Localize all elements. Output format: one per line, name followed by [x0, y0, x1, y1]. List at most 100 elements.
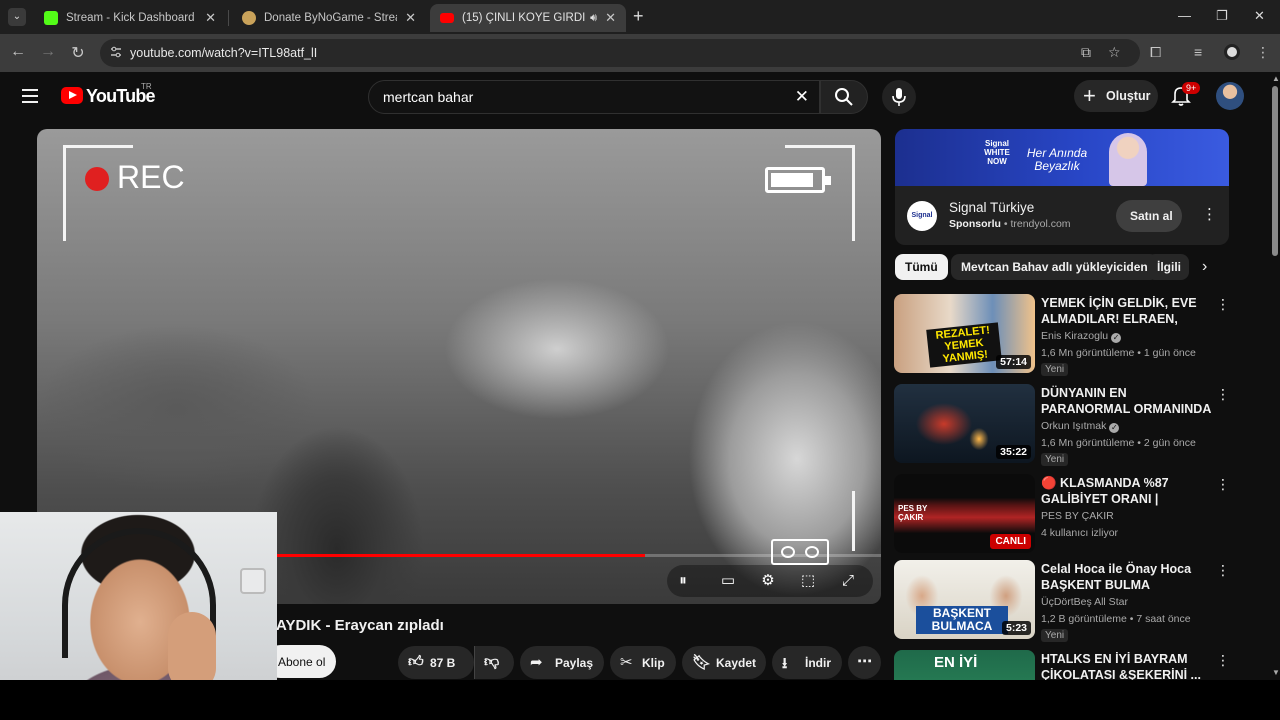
- channel-name[interactable]: ÜçDörtBeş All Star: [1041, 596, 1128, 608]
- tab-title: Stream - Kick Dashboard: [66, 12, 195, 24]
- scroll-down-arrow[interactable]: ▼: [1272, 668, 1280, 677]
- ad-banner[interactable]: Signal WHITE NOW Her Anında Beyazlık: [895, 129, 1229, 186]
- ad-domain: trendyol.com: [1010, 218, 1071, 230]
- more-horizontal-icon: ⋯: [857, 653, 872, 670]
- recommendation-item[interactable]: BAŞKENT BULMACA 5:23 Celal Hoca ile Önay…: [894, 560, 1230, 642]
- tab-donate-bynogame[interactable]: Donate ByNoGame - Streamer ✕: [232, 4, 426, 32]
- save-button[interactable]: 🔖︎ Kaydet: [682, 646, 766, 679]
- youtube-logo-icon[interactable]: [61, 87, 83, 104]
- recommendation-item[interactable]: EN İYİ HTALKS EN İYİ BAYRAM ÇİKOLATASI &…: [894, 650, 1230, 680]
- close-window-button[interactable]: ✕: [1254, 8, 1265, 24]
- theater-mode-icon[interactable]: ⬚: [792, 569, 824, 593]
- subtitles-icon[interactable]: ▭: [712, 569, 744, 593]
- channel-name[interactable]: Orkun Işıtmak ✓: [1041, 420, 1120, 433]
- fullscreen-icon[interactable]: ⤢: [832, 569, 864, 593]
- more-vertical-icon[interactable]: ⋮: [1216, 652, 1230, 669]
- channel-name[interactable]: Enis Kirazoglu ✓: [1041, 330, 1122, 343]
- clip-button[interactable]: ✂︎ Klip: [610, 646, 676, 679]
- tab-search-button[interactable]: ⌄: [8, 8, 26, 26]
- create-button[interactable]: + Oluştur: [1074, 80, 1158, 112]
- chip-related[interactable]: İlgili: [1147, 254, 1189, 280]
- maximize-button[interactable]: ❐: [1216, 8, 1228, 24]
- account-avatar[interactable]: [1216, 82, 1244, 110]
- search-query: mertcan bahar: [383, 89, 474, 105]
- more-vertical-icon[interactable]: ⋮: [1216, 476, 1230, 493]
- plus-icon: +: [1083, 83, 1096, 108]
- video-title[interactable]: 🔴 KLASMANDA %87 GALİBİYET ORANI | eFootb…: [1041, 475, 1211, 507]
- tab-youtube-video[interactable]: (15) ÇİNLİ KÖYE GİRDİK Gİ 🔊︎ ✕: [430, 4, 626, 32]
- clip-label: Klip: [642, 656, 665, 670]
- share-button[interactable]: ➦ Paylaş: [520, 646, 604, 679]
- video-title[interactable]: HTALKS EN İYİ BAYRAM ÇİKOLATASI &ŞEKERİN…: [1041, 651, 1211, 680]
- new-tab-button[interactable]: +: [633, 6, 644, 27]
- recommendation-item[interactable]: 35:22 DÜNYANIN EN PARANORMAL ORMANINDA 1…: [894, 384, 1230, 466]
- advertiser-logo[interactable]: Signal: [907, 201, 937, 231]
- save-label: Kaydet: [716, 656, 757, 670]
- reload-button[interactable]: ↻: [68, 43, 88, 63]
- browser-menu-icon[interactable]: ⋮: [1256, 44, 1270, 61]
- like-button[interactable]: 👍︎ 87 B: [398, 646, 474, 679]
- minimize-button[interactable]: —: [1178, 8, 1191, 23]
- more-actions-button[interactable]: ⋯: [848, 646, 881, 679]
- download-button[interactable]: ⭳ İndir: [772, 646, 842, 679]
- cassette-icon: [771, 539, 829, 565]
- thumbs-down-icon: 👎︎: [484, 653, 500, 670]
- search-icon: [835, 88, 853, 106]
- like-count: 87 B: [430, 656, 456, 670]
- close-icon[interactable]: ✕: [405, 10, 416, 26]
- battery-icon: [765, 167, 831, 193]
- search-input[interactable]: mertcan bahar ✕: [368, 80, 820, 114]
- more-vertical-icon[interactable]: ⋮: [1216, 296, 1230, 313]
- chevron-right-icon[interactable]: ›: [1202, 258, 1207, 276]
- video-thumbnail[interactable]: PES BY ÇAKIR CANLI: [894, 474, 1035, 553]
- record-dot-icon: [85, 167, 109, 191]
- chip-from-uploader[interactable]: Mevtcan Bahav adlı yükleyiciden: [951, 254, 1158, 280]
- sponsored-ad[interactable]: Signal WHITE NOW Her Anında Beyazlık Sig…: [895, 129, 1229, 245]
- menu-icon[interactable]: [22, 89, 38, 103]
- close-icon[interactable]: ✕: [605, 10, 616, 26]
- verified-icon: ✓: [1111, 333, 1122, 343]
- channel-name[interactable]: PES BY ÇAKIR: [1041, 510, 1114, 522]
- extensions-icon[interactable]: ⧠: [1150, 44, 1161, 61]
- rec-label: REC: [117, 159, 185, 195]
- address-bar[interactable]: youtube.com/watch?v=ITL98atf_lI: [100, 39, 1140, 67]
- ad-title[interactable]: Signal Türkiye: [949, 200, 1034, 215]
- speaker-icon[interactable]: 🔊︎: [590, 12, 597, 25]
- install-app-icon[interactable]: ⧉: [1081, 44, 1091, 61]
- microphone-icon: [892, 88, 906, 106]
- video-thumbnail[interactable]: BAŞKENT BULMACA 5:23: [894, 560, 1035, 639]
- thumbnail-text: REZALET! YEMEK YANMIŞ!: [926, 322, 1002, 368]
- forward-button[interactable]: →: [38, 43, 58, 61]
- profile-avatar[interactable]: [1224, 44, 1240, 60]
- video-title[interactable]: YEMEK İÇİN GELDİK, EVE ALMADILAR! ELRAEN…: [1041, 295, 1211, 327]
- site-info-icon[interactable]: [110, 46, 122, 58]
- close-icon[interactable]: ✕: [205, 10, 216, 26]
- video-thumbnail[interactable]: 35:22: [894, 384, 1035, 463]
- clear-search-icon[interactable]: ✕: [795, 87, 809, 107]
- back-button[interactable]: ←: [8, 43, 28, 61]
- recommendation-item[interactable]: REZALET! YEMEK YANMIŞ! 57:14 YEMEK İÇİN …: [894, 294, 1230, 376]
- video-title[interactable]: DÜNYANIN EN PARANORMAL ORMANINDA 1 GECE!: [1041, 385, 1211, 417]
- video-title[interactable]: Celal Hoca ile Önay Hoca BAŞKENT BULMA Y…: [1041, 561, 1211, 593]
- search-button[interactable]: [820, 80, 868, 114]
- media-controls-icon[interactable]: ≡: [1194, 44, 1202, 60]
- dislike-button[interactable]: 👎︎: [474, 646, 514, 679]
- chip-all[interactable]: Tümü: [895, 254, 948, 280]
- video-thumbnail[interactable]: REZALET! YEMEK YANMIŞ! 57:14: [894, 294, 1035, 373]
- page-scrollbar[interactable]: ▲ ▼: [1270, 72, 1280, 680]
- scrollbar-thumb[interactable]: [1272, 86, 1278, 256]
- pause-icon[interactable]: ⏸︎: [667, 569, 699, 593]
- scroll-up-arrow[interactable]: ▲: [1272, 74, 1280, 83]
- ad-meta: Sponsorlu • trendyol.com: [949, 218, 1071, 230]
- tab-kick-dashboard[interactable]: Stream - Kick Dashboard ✕: [34, 4, 226, 32]
- channel-name-text: Orkun Işıtmak: [1041, 420, 1107, 432]
- video-thumbnail[interactable]: EN İYİ: [894, 650, 1035, 680]
- voice-search-button[interactable]: [882, 80, 916, 114]
- more-vertical-icon[interactable]: ⋮: [1216, 386, 1230, 403]
- bookmark-star-icon[interactable]: ☆: [1108, 44, 1121, 61]
- more-vertical-icon[interactable]: ⋮: [1202, 205, 1217, 223]
- recommendation-item[interactable]: PES BY ÇAKIR CANLI 🔴 KLASMANDA %87 GALİB…: [894, 474, 1230, 556]
- settings-gear-icon[interactable]: ⚙︎: [752, 569, 784, 593]
- more-vertical-icon[interactable]: ⋮: [1216, 562, 1230, 579]
- buy-button[interactable]: Satın al: [1116, 200, 1182, 232]
